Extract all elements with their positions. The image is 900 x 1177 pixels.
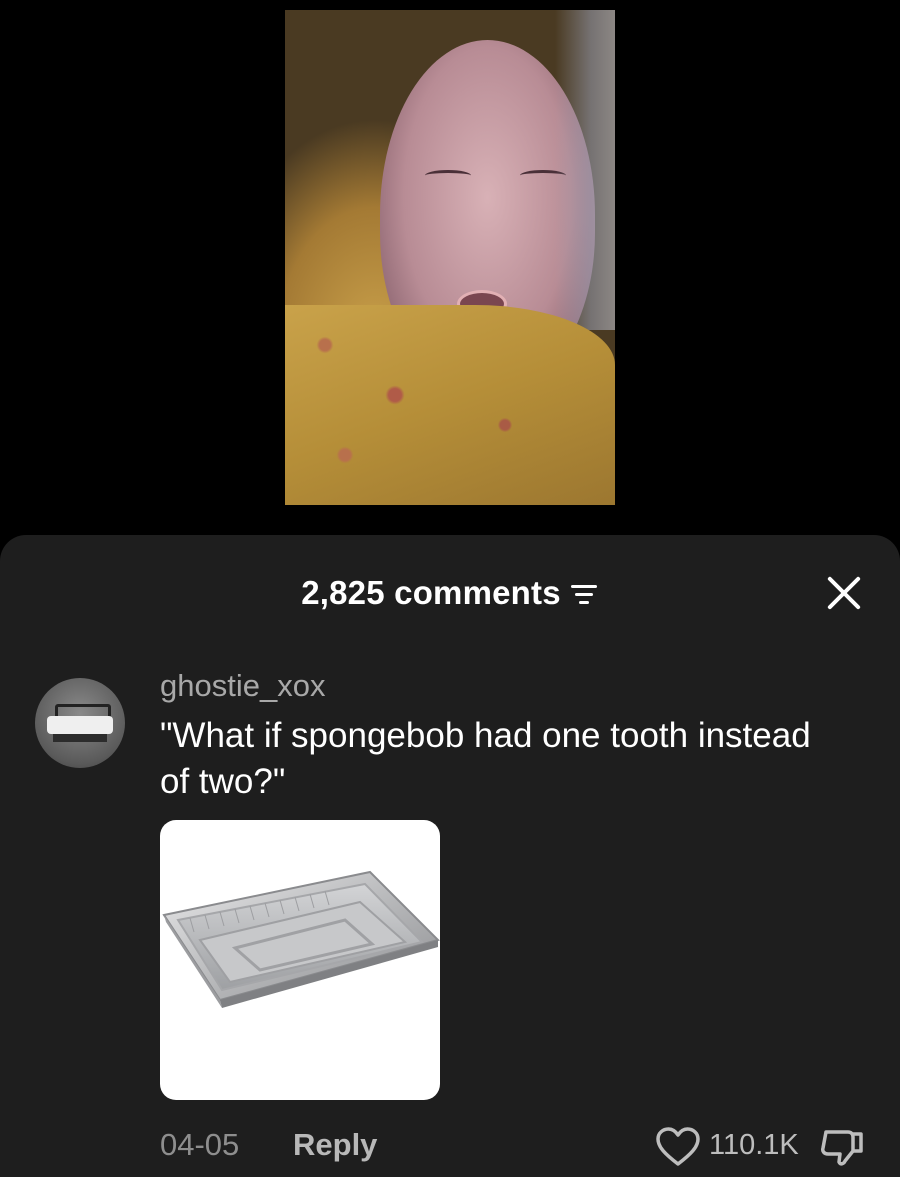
sort-lines-icon[interactable] [570,584,599,606]
close-icon[interactable] [824,573,864,613]
comment-count: 2,825 comments [301,574,561,611]
video-eye-left [425,170,471,181]
like-count: 110.1K [709,1129,799,1161]
comments-sheet: 2,825 comments ghostie_xox "What if spon… [0,535,900,1177]
comment-text: "What if spongebob had one tooth instead… [160,716,811,801]
reply-button[interactable]: Reply [293,1127,377,1163]
comment-username[interactable]: ghostie_xox [160,668,325,704]
comment-date: 04-05 [160,1127,240,1162]
avatar-bed [47,716,113,742]
comments-header: 2,825 comments [0,574,900,611]
thumbs-down-icon[interactable] [818,1127,866,1169]
avatar[interactable] [35,678,125,768]
video-blanket [285,305,615,505]
video-player[interactable] [285,10,615,505]
comment-footer: 04-05 Reply 110.1K [0,1123,900,1166]
aluminum-tray-image[interactable] [160,820,440,1100]
heart-outline-icon[interactable] [655,1127,701,1167]
aluminum-tray-drawing [162,870,440,1008]
video-pillow [555,10,615,330]
